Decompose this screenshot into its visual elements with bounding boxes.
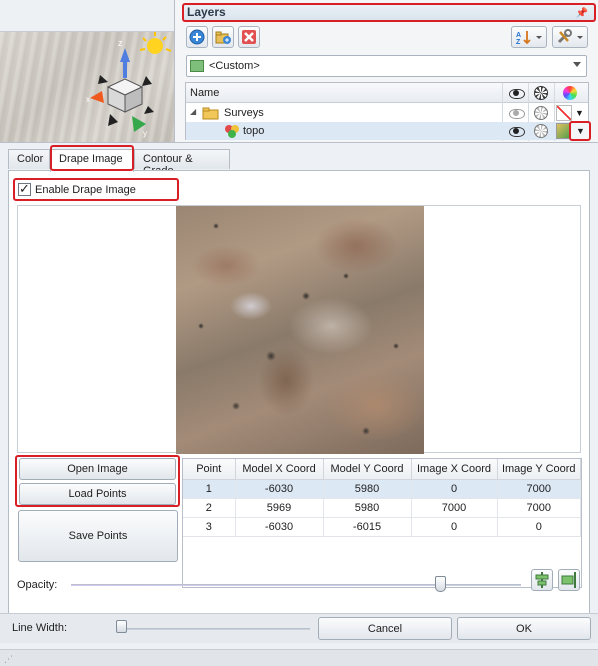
header-model-x[interactable]: Model X Coord (235, 459, 324, 480)
tree-row-topo[interactable]: topo (186, 122, 588, 140)
visibility-column-icon[interactable] (508, 87, 525, 99)
svg-text:A: A (516, 32, 521, 39)
table-row[interactable]: 2 5969 5980 7000 7000 (183, 498, 581, 518)
tools-button[interactable] (552, 26, 588, 48)
tab-contour-grade[interactable]: Contour & Grade (134, 149, 230, 177)
opacity-slider[interactable] (71, 584, 521, 586)
line-width-label: Line Width: (12, 622, 68, 634)
layers-panel: Layers 📌 AZ <Custom> Name ◢ Surveys ▼ to… (174, 0, 598, 142)
surface-icon (225, 125, 239, 138)
layers-tree: Name ◢ Surveys ▼ topo (185, 82, 589, 141)
add-icon (189, 29, 205, 45)
viewport-toolbar (0, 0, 174, 32)
svg-text:Z: Z (516, 39, 521, 45)
opacity-slider-thumb[interactable] (435, 576, 446, 592)
drape-image (176, 206, 424, 454)
tab-color[interactable]: Color (8, 149, 50, 169)
table-row[interactable]: 3 -6030 -6015 0 0 (183, 517, 581, 537)
delete-layer-button[interactable] (238, 26, 260, 48)
visibility-toggle-icon[interactable] (508, 107, 525, 119)
opacity-label: Opacity: (17, 579, 58, 591)
folder-icon (202, 107, 219, 120)
add-layer-button[interactable] (186, 26, 208, 48)
topo-swatch-dropdown[interactable]: ▼ (569, 121, 591, 141)
table-row[interactable]: 1 -6030 5980 0 7000 (183, 479, 581, 499)
layer-preset-value: <Custom> (209, 60, 260, 72)
tree-label-surveys: Surveys (224, 107, 264, 119)
swatch-dropdown-arrow-icon[interactable]: ▼ (575, 108, 584, 118)
layer-preset-icon (190, 60, 204, 72)
visibility-toggle-icon[interactable] (508, 125, 525, 137)
header-point[interactable]: Point (183, 459, 236, 480)
delete-icon (242, 30, 256, 44)
folder-add-icon (215, 31, 231, 44)
enable-drape-label: Enable Drape Image (35, 184, 136, 196)
tab-drape-image-highlight (50, 145, 134, 171)
wireframe-toggle-icon[interactable] (534, 106, 548, 120)
drape-image-panel: Enable Drape Image Open Image Load Point… (8, 170, 590, 617)
pin-icon[interactable]: 📌 (576, 6, 588, 21)
layer-preset-dropdown[interactable]: <Custom> (186, 55, 587, 77)
layer-properties-dialog: Color Drape Image Contour & Grade Enable… (0, 142, 598, 666)
dialog-footer: Line Width: Cancel OK (0, 613, 598, 643)
chevron-down-icon[interactable] (573, 62, 581, 67)
wireframe-column-icon[interactable] (534, 86, 548, 100)
line-width-slider[interactable] (116, 628, 310, 630)
sort-az-icon: AZ (516, 31, 542, 45)
header-model-y[interactable]: Model Y Coord (323, 459, 412, 480)
align-center-button[interactable] (531, 569, 553, 591)
drape-image-preview[interactable] (17, 205, 581, 454)
wireframe-toggle-icon[interactable] (534, 124, 548, 138)
column-name-header[interactable]: Name (190, 87, 219, 99)
layers-title-bar: Layers 📌 (182, 3, 596, 22)
tree-row-surveys[interactable]: ◢ Surveys ▼ (186, 104, 588, 122)
svg-text:y: y (143, 129, 147, 138)
3d-viewport[interactable]: z x y (0, 32, 174, 142)
no-color-swatch-icon[interactable] (556, 105, 572, 121)
line-width-slider-thumb[interactable] (116, 620, 127, 633)
tools-icon (557, 29, 583, 44)
enable-drape-checkbox[interactable] (18, 181, 31, 197)
svg-text:z: z (118, 38, 123, 48)
expand-arrow-icon[interactable]: ◢ (190, 107, 196, 116)
cancel-button[interactable]: Cancel (318, 617, 452, 640)
svg-text:x: x (86, 95, 90, 104)
load-points-button[interactable]: Load Points (19, 483, 176, 505)
sort-button[interactable]: AZ (511, 26, 547, 48)
save-points-button[interactable]: Save Points (18, 510, 178, 562)
ok-button[interactable]: OK (457, 617, 591, 640)
color-column-icon[interactable] (563, 86, 577, 100)
open-image-button[interactable]: Open Image (19, 458, 176, 480)
align-center-icon (535, 572, 549, 588)
chevron-down-icon[interactable]: ▼ (576, 126, 585, 136)
tree-label-topo: topo (243, 125, 265, 137)
layers-title: Layers (187, 5, 226, 19)
resize-grip-icon[interactable]: ⋰ (4, 654, 13, 665)
align-right-button[interactable] (558, 569, 580, 591)
status-bar: ⋰ (0, 649, 598, 666)
add-folder-button[interactable] (212, 26, 234, 48)
orientation-gizmo-icon[interactable]: z x y (0, 32, 174, 142)
control-points-table[interactable]: Point Model X Coord Model Y Coord Image … (182, 458, 582, 588)
header-image-y[interactable]: Image Y Coord (497, 459, 581, 480)
align-right-icon (561, 572, 576, 588)
header-image-x[interactable]: Image X Coord (411, 459, 498, 480)
